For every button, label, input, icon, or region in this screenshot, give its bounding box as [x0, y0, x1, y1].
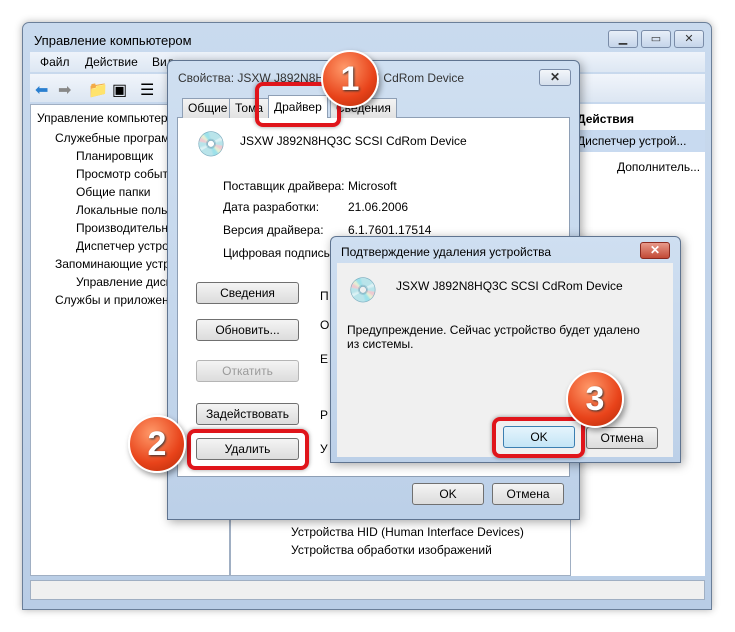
- description-text: П: [320, 289, 329, 303]
- highlight-uninstall-button: [187, 429, 309, 470]
- window-title: Управление компьютером: [34, 33, 192, 48]
- update-driver-button[interactable]: Обновить...: [196, 319, 299, 341]
- confirm-cancel-button[interactable]: Отмена: [586, 427, 658, 449]
- properties-ok-button[interactable]: OK: [412, 483, 484, 505]
- field-value: 21.06.2006: [348, 200, 409, 214]
- field-label: Цифровая подпись:: [223, 246, 334, 260]
- cdrom-drive-icon: 💿: [348, 277, 378, 304]
- highlight-ok-button: [492, 417, 585, 458]
- tree-item[interactable]: Управление компьютером: [37, 111, 182, 125]
- field-value: 6.1.7601.17514: [348, 223, 432, 237]
- tab-general[interactable]: Общие: [182, 98, 234, 118]
- tree-item[interactable]: Просмотр событий: [76, 167, 181, 181]
- actions-selected[interactable]: Диспетчер устрой...: [571, 130, 705, 152]
- cdrom-drive-icon: 💿: [196, 131, 226, 158]
- confirm-device-name: JSXW J892N8HQ3C SCSI CdRom Device: [396, 279, 623, 293]
- tree-item[interactable]: Службы и приложения: [55, 293, 182, 307]
- field-label: Дата разработки:: [223, 200, 320, 214]
- driver-details-button[interactable]: Сведения: [196, 282, 299, 304]
- device-category[interactable]: Устройства обработки изображений: [291, 543, 492, 557]
- step-badge-1: 1: [321, 50, 379, 108]
- field-label: Версия драйвера:: [223, 223, 324, 237]
- step-badge-2: 2: [128, 415, 186, 473]
- properties-cancel-button[interactable]: Отмена: [492, 483, 564, 505]
- field-label: Поставщик драйвера:: [223, 179, 345, 193]
- step-badge-3: 3: [566, 370, 624, 428]
- back-icon[interactable]: ⬅: [35, 80, 48, 100]
- device-category[interactable]: Устройства HID (Human Interface Devices): [291, 525, 524, 539]
- forward-icon[interactable]: ➡: [58, 80, 71, 100]
- actions-header: Действия: [577, 112, 635, 126]
- description-text: О: [320, 318, 330, 332]
- device-name: JSXW J892N8HQ3C SCSI CdRom Device: [240, 134, 467, 148]
- menu-action[interactable]: Действие: [85, 55, 138, 69]
- field-value: Microsoft: [348, 179, 397, 193]
- confirm-close-button[interactable]: ✕: [640, 242, 670, 259]
- description-text: У: [320, 442, 328, 456]
- properties-icon[interactable]: ☰: [140, 80, 154, 100]
- confirm-warning: Предупреждение. Сейчас устройство будет …: [347, 323, 640, 351]
- close-button[interactable]: ✕: [674, 30, 704, 48]
- tree-item[interactable]: Общие папки: [76, 185, 150, 199]
- enable-device-button[interactable]: Задействовать: [196, 403, 299, 425]
- maximize-button[interactable]: ▭: [641, 30, 671, 48]
- up-folder-icon[interactable]: 📁: [88, 80, 108, 100]
- status-bar: [30, 580, 705, 600]
- properties-close-button[interactable]: ✕: [539, 69, 571, 86]
- menu-file[interactable]: Файл: [40, 55, 70, 69]
- description-text: Е: [320, 352, 329, 366]
- show-hide-tree-icon[interactable]: ▣: [112, 80, 127, 100]
- minimize-button[interactable]: ▁: [608, 30, 638, 48]
- actions-more[interactable]: Дополнитель...: [617, 160, 700, 174]
- description-text: Р: [320, 408, 329, 422]
- rollback-driver-button: Откатить: [196, 360, 299, 382]
- tree-item[interactable]: Планировщик: [76, 149, 153, 163]
- confirm-title: Подтверждение удаления устройства: [341, 245, 552, 259]
